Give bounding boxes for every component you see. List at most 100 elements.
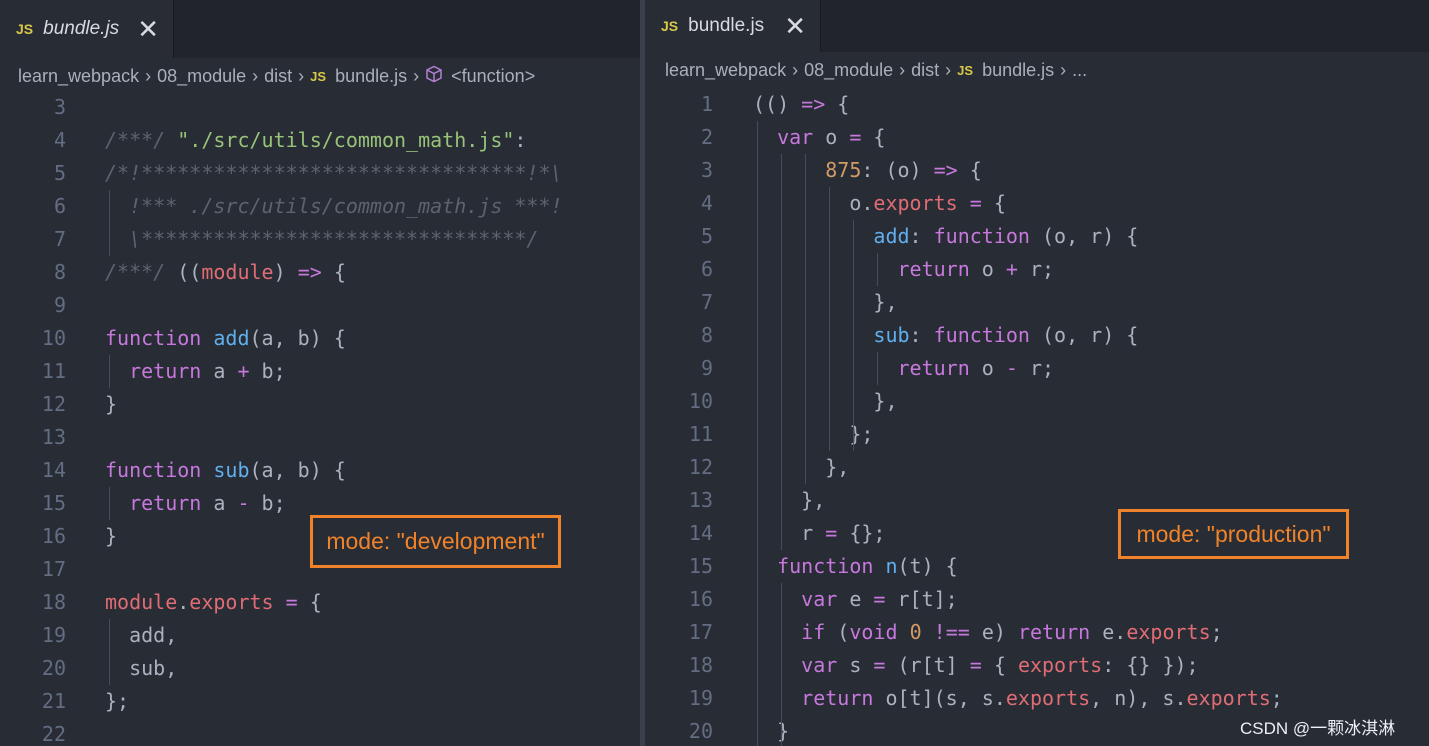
chevron-right-icon: › [899, 59, 906, 80]
tab-title: bundle.js [688, 15, 765, 36]
editor-pane-right: JS bundle.js ✕ learn_webpack › 08_module… [645, 0, 1429, 746]
code-line[interactable]: 13 [0, 421, 640, 454]
tab-bundle-js[interactable]: JS bundle.js ✕ [645, 0, 821, 52]
chevron-right-icon: › [298, 65, 305, 86]
line-number: 13 [688, 488, 713, 512]
code-line[interactable]: 12 }, [645, 451, 1429, 484]
code-text: r = {}; [753, 521, 886, 545]
close-icon[interactable]: ✕ [137, 16, 159, 42]
breadcrumb-item[interactable]: learn_webpack [18, 66, 139, 87]
code-editor[interactable]: 1(() => {2 var o = {3 875: (o) => {4 o.e… [645, 88, 1429, 746]
code-line[interactable]: 4 /***/ "./src/utils/common_math.js": [0, 124, 640, 157]
code-line[interactable]: 11 return a + b; [0, 355, 640, 388]
code-text: /***/ ((module) => { [105, 260, 346, 284]
line-number: 10 [41, 326, 66, 350]
line-number: 19 [41, 623, 66, 647]
chevron-right-icon: › [252, 65, 259, 86]
code-line[interactable]: 7 \********************************/ [0, 223, 640, 256]
code-line[interactable]: 20 sub, [0, 652, 640, 685]
code-line[interactable]: 3 [0, 91, 640, 124]
code-text: \********************************/ [105, 227, 539, 251]
line-number: 4 [700, 191, 713, 215]
breadcrumb-item[interactable]: dist [911, 60, 939, 81]
code-line[interactable]: 14 function sub(a, b) { [0, 454, 640, 487]
indent-guide [757, 121, 758, 746]
code-line[interactable]: 12} [0, 388, 640, 421]
code-text: sub, [105, 656, 178, 680]
chevron-right-icon: › [1060, 59, 1067, 80]
line-number: 17 [41, 557, 66, 581]
code-line[interactable]: 19 add, [0, 619, 640, 652]
js-file-icon: JS [310, 68, 327, 84]
code-line[interactable]: 7 }, [645, 286, 1429, 319]
line-number: 7 [53, 227, 66, 251]
code-line[interactable]: 18 var s = (r[t] = { exports: {} }); [645, 649, 1429, 682]
editor-pane-left: JS bundle.js ✕ learn_webpack › 08_module… [0, 0, 640, 746]
code-line[interactable]: 4 o.exports = { [645, 187, 1429, 220]
breadcrumb-item[interactable]: learn_webpack [665, 60, 786, 81]
line-number: 16 [41, 524, 66, 548]
line-number: 1 [700, 92, 713, 116]
breadcrumb-item[interactable]: dist [264, 66, 292, 87]
code-line[interactable]: 8 /***/ ((module) => { [0, 256, 640, 289]
line-number: 12 [688, 455, 713, 479]
chevron-right-icon: › [413, 65, 420, 86]
code-text: add, [105, 623, 178, 647]
code-line[interactable]: 22 [0, 718, 640, 746]
code-line[interactable]: 16 var e = r[t]; [645, 583, 1429, 616]
code-line[interactable]: 9 [0, 289, 640, 322]
tab-title: bundle.js [43, 18, 120, 39]
code-text: return o[t](s, s.exports, n), s.exports; [801, 686, 1283, 710]
chevron-right-icon: › [145, 65, 152, 86]
symbol-cube-icon [425, 65, 443, 88]
watermark: CSDN @一颗冰淇淋 [1240, 719, 1396, 738]
code-text: }, [753, 455, 850, 479]
code-line[interactable]: 10 function add(a, b) { [0, 322, 640, 355]
code-line[interactable]: 10 }, [645, 385, 1429, 418]
code-line[interactable]: 9 return o - r; [645, 352, 1429, 385]
code-text: }, [753, 290, 898, 314]
code-line[interactable]: 6 !*** ./src/utils/common_math.js ***! [0, 190, 640, 223]
close-icon[interactable]: ✕ [784, 13, 806, 39]
code-line[interactable]: 18 module.exports = { [0, 586, 640, 619]
code-line[interactable]: 1 (() => { [645, 88, 1429, 121]
indent-guide [109, 190, 110, 256]
line-number: 4 [53, 128, 66, 152]
code-line[interactable]: 5 add: function (o, r) { [645, 220, 1429, 253]
code-text: return a + b; [129, 359, 286, 383]
breadcrumb-item[interactable]: bundle.js [335, 66, 407, 87]
breadcrumb: learn_webpack › 08_module › dist › JS bu… [645, 52, 1429, 88]
breadcrumb-item[interactable]: 08_module [157, 66, 246, 87]
tab-bundle-js[interactable]: JS bundle.js ✕ [0, 0, 174, 58]
code-editor[interactable]: 3 4 /***/ "./src/utils/common_math.js": 5 /*… [0, 91, 640, 746]
line-number: 8 [53, 260, 66, 284]
code-text: function n(t) { [777, 554, 958, 578]
code-line[interactable]: 2 var o = { [645, 121, 1429, 154]
line-number: 6 [700, 257, 713, 281]
breadcrumb-item[interactable]: bundle.js [982, 60, 1054, 81]
tab-bar: JS bundle.js ✕ [645, 0, 1429, 52]
breadcrumb: learn_webpack › 08_module › dist › JS bu… [0, 58, 640, 94]
line-number: 14 [688, 521, 713, 545]
code-text: o.exports = { [753, 191, 1006, 215]
code-text: (() => { [753, 92, 850, 116]
code-text: module.exports = { [105, 590, 322, 614]
chevron-right-icon: › [945, 59, 952, 80]
breadcrumb-item[interactable]: ... [1072, 60, 1087, 81]
code-line[interactable]: 8 sub: function (o, r) { [645, 319, 1429, 352]
code-line[interactable]: 17 if (void 0 !== e) return e.exports; [645, 616, 1429, 649]
code-line[interactable]: 19 return o[t](s, s.exports, n), s.expor… [645, 682, 1429, 715]
code-line[interactable]: 21}; [0, 685, 640, 718]
code-text: } [105, 392, 118, 416]
line-number: 7 [700, 290, 713, 314]
code-text: /***/ "./src/utils/common_math.js": [105, 128, 527, 152]
code-line[interactable]: 11 }; [645, 418, 1429, 451]
code-line[interactable]: 3 875: (o) => { [645, 154, 1429, 187]
code-line[interactable]: 6 return o + r; [645, 253, 1429, 286]
code-line[interactable]: 5 /*!********************************!*\ [0, 157, 640, 190]
chevron-right-icon: › [792, 59, 799, 80]
line-number: 9 [53, 293, 66, 317]
breadcrumb-item[interactable]: <function> [451, 66, 535, 87]
breadcrumb-item[interactable]: 08_module [804, 60, 893, 81]
code-text: }; [105, 689, 130, 713]
